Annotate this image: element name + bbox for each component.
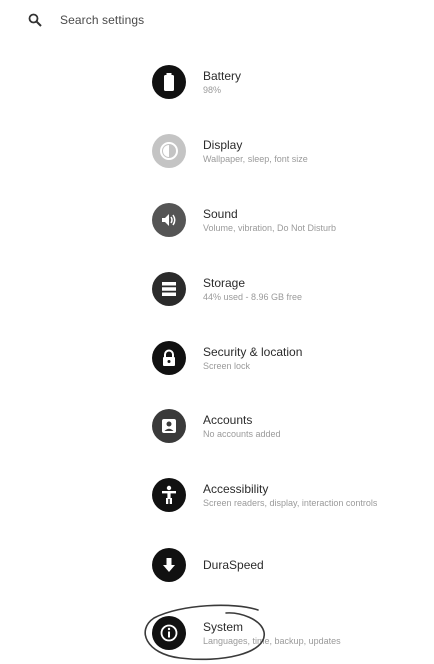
settings-item-title: Display xyxy=(203,137,243,152)
battery-icon xyxy=(152,65,186,99)
duraspeed-icon xyxy=(152,548,186,582)
settings-item-subtitle: Volume, vibration, Do Not Disturb xyxy=(203,222,337,233)
search-icon xyxy=(28,13,42,27)
settings-item-subtitle: Screen lock xyxy=(203,360,251,371)
accessibility-icon xyxy=(152,478,186,512)
search-bar[interactable]: Search settings xyxy=(28,8,388,32)
settings-item-display[interactable]: Display Wallpaper, sleep, font size xyxy=(152,127,422,175)
settings-item-storage[interactable]: Storage 44% used - 8.96 GB free xyxy=(152,265,422,313)
storage-icon xyxy=(152,272,186,306)
lock-icon xyxy=(152,341,186,375)
settings-item-accessibility[interactable]: Accessibility Screen readers, display, i… xyxy=(152,471,422,519)
settings-item-title: Security & location xyxy=(203,344,303,359)
settings-item-battery[interactable]: Battery 98% xyxy=(152,58,422,106)
settings-item-sound[interactable]: Sound Volume, vibration, Do Not Disturb xyxy=(152,196,422,244)
settings-item-title: Accessibility xyxy=(203,481,269,496)
settings-item-system[interactable]: System Languages, time, backup, updates xyxy=(152,609,422,657)
settings-item-accounts[interactable]: Accounts No accounts added xyxy=(152,402,422,450)
display-icon xyxy=(152,134,186,168)
settings-item-subtitle: 98% xyxy=(203,84,222,95)
settings-item-title: System xyxy=(203,619,244,634)
settings-item-subtitle: Screen readers, display, interaction con… xyxy=(203,497,378,508)
settings-item-subtitle: Wallpaper, sleep, font size xyxy=(203,153,308,164)
settings-item-security[interactable]: Security & location Screen lock xyxy=(152,334,422,382)
sound-icon xyxy=(152,203,186,237)
settings-item-title: Battery xyxy=(203,68,242,83)
settings-item-title: Accounts xyxy=(203,412,253,427)
settings-item-title: DuraSpeed xyxy=(203,557,264,572)
settings-item-subtitle: No accounts added xyxy=(203,428,281,439)
settings-item-subtitle: Languages, time, backup, updates xyxy=(203,635,341,646)
settings-item-title: Storage xyxy=(203,275,246,290)
system-info-icon xyxy=(152,616,186,650)
accounts-icon xyxy=(152,409,186,443)
settings-item-duraspeed[interactable]: DuraSpeed xyxy=(152,541,422,589)
settings-item-title: Sound xyxy=(203,206,238,221)
search-placeholder: Search settings xyxy=(60,13,145,27)
settings-item-subtitle: 44% used - 8.96 GB free xyxy=(203,291,303,302)
